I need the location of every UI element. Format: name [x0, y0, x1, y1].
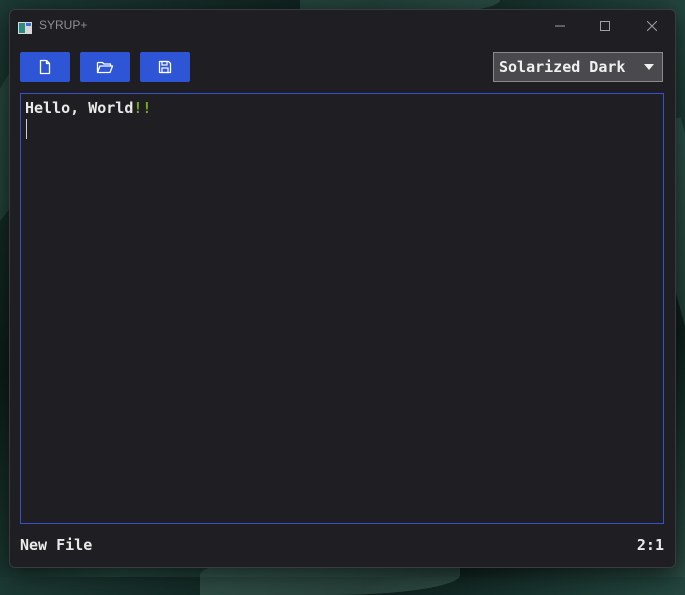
app-window: SYRUP+ Solarized Dark Hello, World!! New…	[9, 9, 676, 568]
open-folder-icon	[96, 61, 114, 74]
status-cursor-position: 2:1	[636, 536, 664, 554]
editor-text: Hello, World	[25, 99, 134, 117]
new-file-button[interactable]	[20, 52, 70, 82]
status-file-name: New File	[20, 536, 93, 554]
editor-text-accent: !!	[133, 99, 152, 117]
app-icon	[18, 19, 32, 34]
close-icon	[647, 21, 657, 31]
theme-dropdown-value: Solarized Dark	[499, 58, 626, 76]
title-bar[interactable]: SYRUP+	[10, 10, 675, 42]
save-floppy-icon	[158, 60, 172, 74]
close-button[interactable]	[629, 10, 675, 42]
maximize-icon	[600, 21, 610, 31]
minimize-icon	[555, 25, 565, 27]
editor-line-1: Hello, World!!	[25, 99, 151, 117]
theme-dropdown[interactable]: Solarized Dark	[493, 52, 663, 82]
minimize-button[interactable]	[537, 10, 583, 42]
maximize-button[interactable]	[582, 10, 628, 42]
text-editor[interactable]: Hello, World!!	[20, 93, 664, 524]
text-caret	[26, 119, 27, 139]
save-file-button[interactable]	[140, 52, 190, 82]
new-file-icon	[39, 59, 51, 75]
window-title: SYRUP+	[39, 18, 88, 32]
dropdown-arrow-icon	[644, 64, 654, 70]
open-file-button[interactable]	[80, 52, 130, 82]
